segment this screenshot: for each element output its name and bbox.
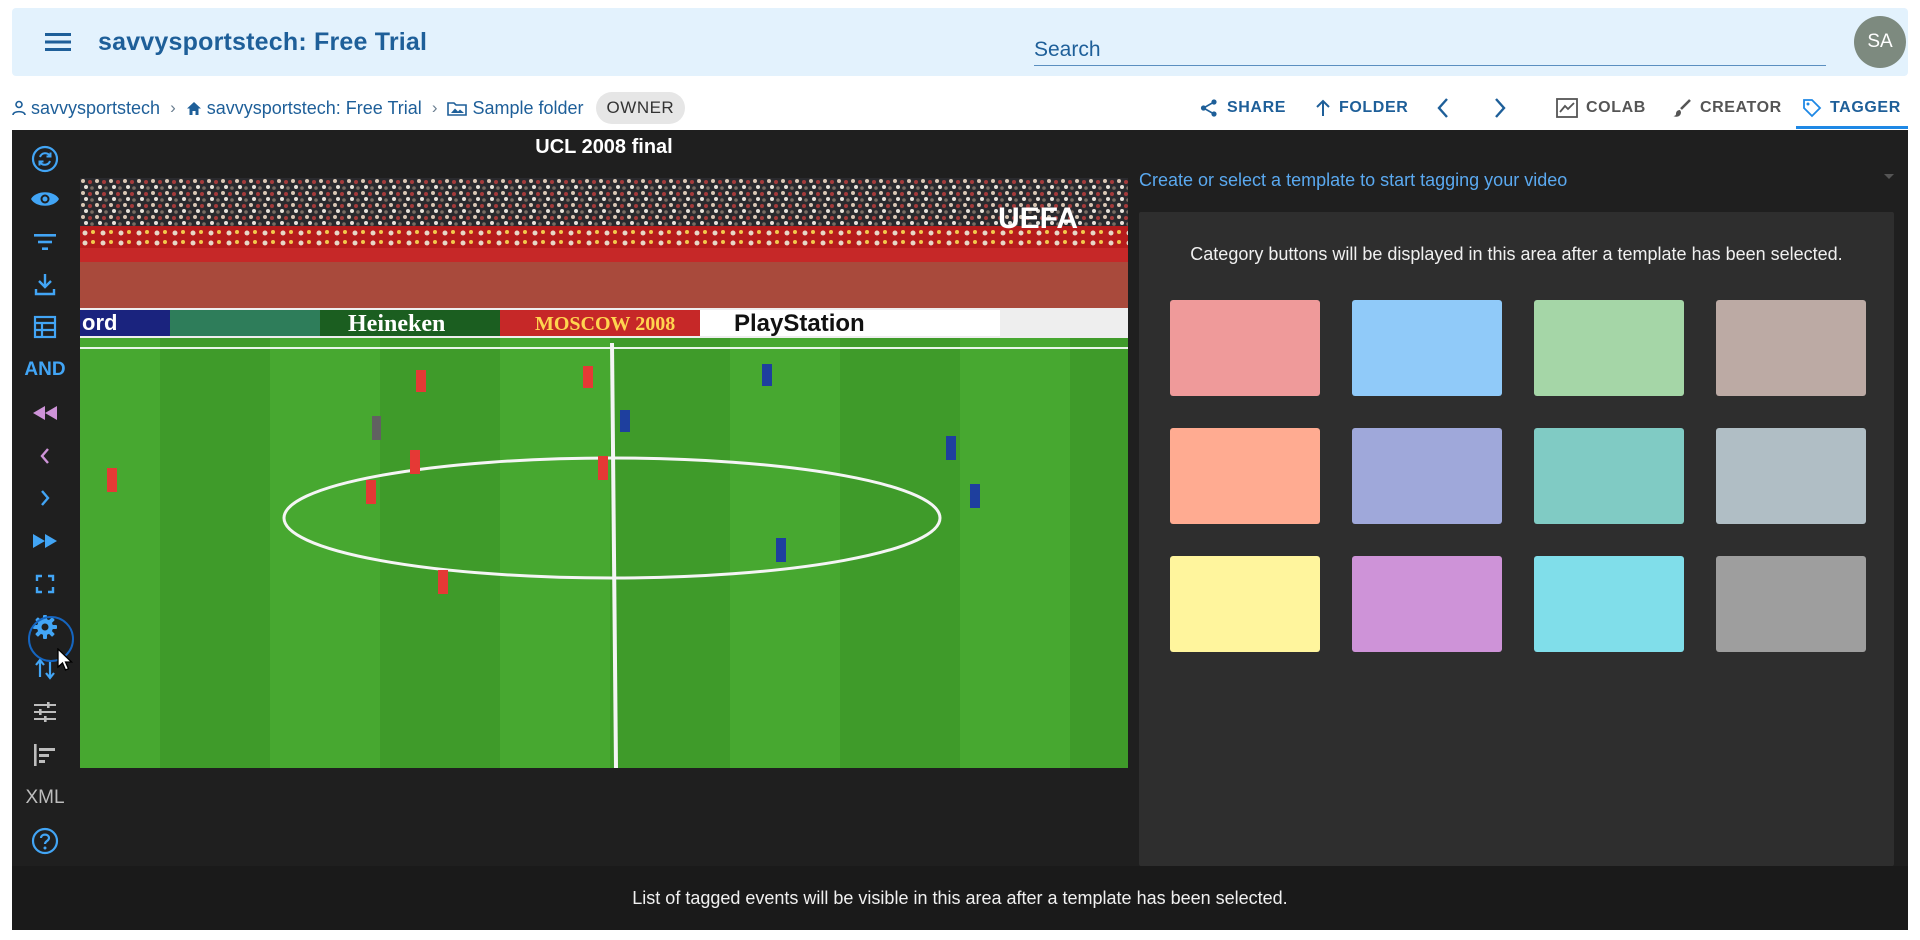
tagger-tab[interactable]: TAGGER [1802,98,1901,118]
fast-forward-button[interactable] [12,523,78,559]
search-field[interactable] [1034,24,1826,66]
download-button[interactable] [12,266,78,302]
download-icon [34,274,56,296]
ad-board-text: Heineken [348,311,445,337]
previous-button[interactable] [1436,97,1450,119]
xml-export-button[interactable]: XML [12,780,78,816]
share-icon [1200,99,1217,117]
tag-icon [1803,99,1822,118]
sync-icon [31,145,59,173]
chevron-right-icon [41,490,50,506]
help-icon [31,827,59,855]
arrow-up-icon [1316,99,1330,116]
workspace-panel: AND XML UCL 2008 final ord Heineken MOSC… [12,130,1908,930]
chart-note-icon [1556,98,1578,118]
filter-icon [34,234,56,250]
user-avatar[interactable]: SA [1854,16,1906,68]
app-root: savvysportstech: Free Trial SA savvyspor… [0,0,1920,940]
category-button[interactable] [1534,428,1684,524]
colab-tab[interactable]: COLAB [1556,98,1646,118]
creator-label: CREATOR [1700,99,1782,116]
and-label: AND [24,359,66,380]
category-button[interactable] [1716,556,1866,652]
chevron-left-icon [1437,98,1448,118]
mouse-pointer-icon [57,648,74,671]
category-button[interactable] [1170,428,1320,524]
table-icon [33,315,57,339]
table-button[interactable] [12,309,78,345]
fast-rewind-button[interactable] [12,395,78,431]
align-left-icon [34,744,55,766]
brush-icon [1673,99,1691,117]
share-button[interactable]: SHARE [1199,98,1286,118]
search-input[interactable] [1034,24,1826,65]
view-button[interactable] [12,181,78,217]
category-button[interactable] [1716,300,1866,396]
category-button[interactable] [1534,556,1684,652]
hamburger-menu-button[interactable] [38,22,78,62]
template-select[interactable]: Create or select a template to start tag… [1139,160,1894,200]
category-buttons-panel: Category buttons will be displayed in th… [1139,212,1894,866]
step-forward-button[interactable] [12,480,78,516]
step-back-button[interactable] [12,438,78,474]
align-button[interactable] [12,737,78,773]
category-button[interactable] [1534,300,1684,396]
chevron-left-icon [40,448,49,464]
events-placeholder-message: List of tagged events will be visible in… [632,887,1288,908]
colab-label: COLAB [1586,99,1646,116]
folder-label: FOLDER [1339,99,1409,116]
category-button[interactable] [1352,428,1502,524]
video-title: UCL 2008 final [535,136,673,158]
app-title: savvysportstech: Free Trial [98,27,428,56]
adjustments-button[interactable] [12,694,78,730]
ad-board-text: MOSCOW 2008 [535,313,675,335]
category-button[interactable] [1170,556,1320,652]
next-button[interactable] [1493,97,1507,119]
creator-tab[interactable]: CREATOR [1672,98,1782,118]
help-button[interactable] [12,823,78,859]
tune-icon [34,702,56,722]
fast-forward-icon [33,534,57,548]
ad-board-text: PlayStation [734,310,865,337]
toolbar: SHARE FOLDER COLAB CREATOR TAGGER [0,91,1920,125]
folder-up-button[interactable]: FOLDER [1315,99,1408,117]
filter-button[interactable] [12,224,78,260]
category-button[interactable] [1716,428,1866,524]
menu-icon [45,33,71,51]
video-controls-sidebar: AND XML [12,130,78,866]
xml-label: XML [25,787,65,808]
category-button[interactable] [1170,300,1320,396]
soccer-match-frame: ord Heineken MOSCOW 2008 PlayStation UEF… [80,178,1128,768]
chevron-right-icon [1495,98,1506,118]
caret-down-icon [1884,174,1894,179]
category-placeholder-message: Category buttons will be displayed in th… [1190,244,1843,264]
category-button[interactable] [1352,300,1502,396]
uefa-logo-overlay: UEFA [998,202,1078,235]
fullscreen-button[interactable] [12,566,78,602]
video-player[interactable]: ord Heineken MOSCOW 2008 PlayStation UEF… [80,178,1128,768]
sync-button[interactable] [12,141,78,177]
tagged-events-area: List of tagged events will be visible in… [12,866,1908,930]
eye-icon [31,192,59,206]
ad-board-text: ord [82,310,117,335]
fast-rewind-icon [33,406,57,420]
template-select-label: Create or select a template to start tag… [1139,169,1568,190]
app-bar: savvysportstech: Free Trial SA [12,8,1908,76]
tagger-label: TAGGER [1830,99,1901,116]
and-filter-button[interactable]: AND [12,352,78,388]
fullscreen-icon [35,574,55,594]
category-button[interactable] [1352,556,1502,652]
share-label: SHARE [1227,99,1287,116]
active-tab-indicator [1796,126,1908,129]
